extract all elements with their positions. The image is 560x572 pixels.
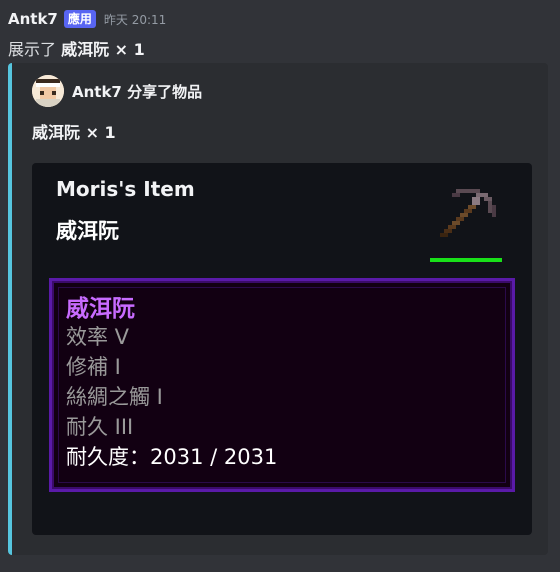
item-owner: Moris's Item — [56, 177, 195, 201]
content-prefix: 展示了 — [8, 40, 57, 59]
item-card-image[interactable]: Moris's Item 威洱阮 威洱阮 效率 V 修補 I 絲綢之觸 I 耐久… — [32, 163, 532, 535]
durability-fill — [430, 258, 502, 262]
content-item: 威洱阮 × 1 — [61, 40, 145, 59]
message-content: 展示了 威洱阮 × 1 — [8, 36, 145, 60]
durability-text: 耐久度：2031 / 2031 — [66, 445, 278, 469]
message-header: Antk7 應用 昨天 20:11 — [8, 9, 166, 29]
enchant-silk-touch: 絲綢之觸 I — [66, 385, 163, 409]
tooltip-title: 威洱阮 — [66, 296, 135, 322]
item-name: 威洱阮 — [56, 219, 119, 243]
enchant-unbreaking: 耐久 III — [66, 415, 134, 439]
embed-author-name[interactable]: Antk7 分享了物品 — [72, 81, 202, 102]
netherite-pickaxe-icon — [436, 185, 500, 249]
message-author[interactable]: Antk7 — [8, 10, 58, 28]
durability-bar — [430, 258, 502, 262]
embed-title: 威洱阮 × 1 — [32, 123, 116, 142]
enchant-efficiency: 效率 V — [66, 325, 130, 349]
item-tooltip: 威洱阮 效率 V 修補 I 絲綢之觸 I 耐久 III 耐久度：2031 / 2… — [49, 278, 515, 492]
enchant-mending: 修補 I — [66, 355, 121, 379]
embed-card: Antk7 分享了物品 威洱阮 × 1 Moris's Item 威洱阮 威洱阮… — [8, 63, 548, 555]
message-timestamp: 昨天 20:11 — [103, 12, 167, 27]
embed-author: Antk7 分享了物品 — [32, 75, 202, 107]
app-badge: 應用 — [63, 10, 96, 28]
avatar[interactable] — [32, 75, 64, 107]
